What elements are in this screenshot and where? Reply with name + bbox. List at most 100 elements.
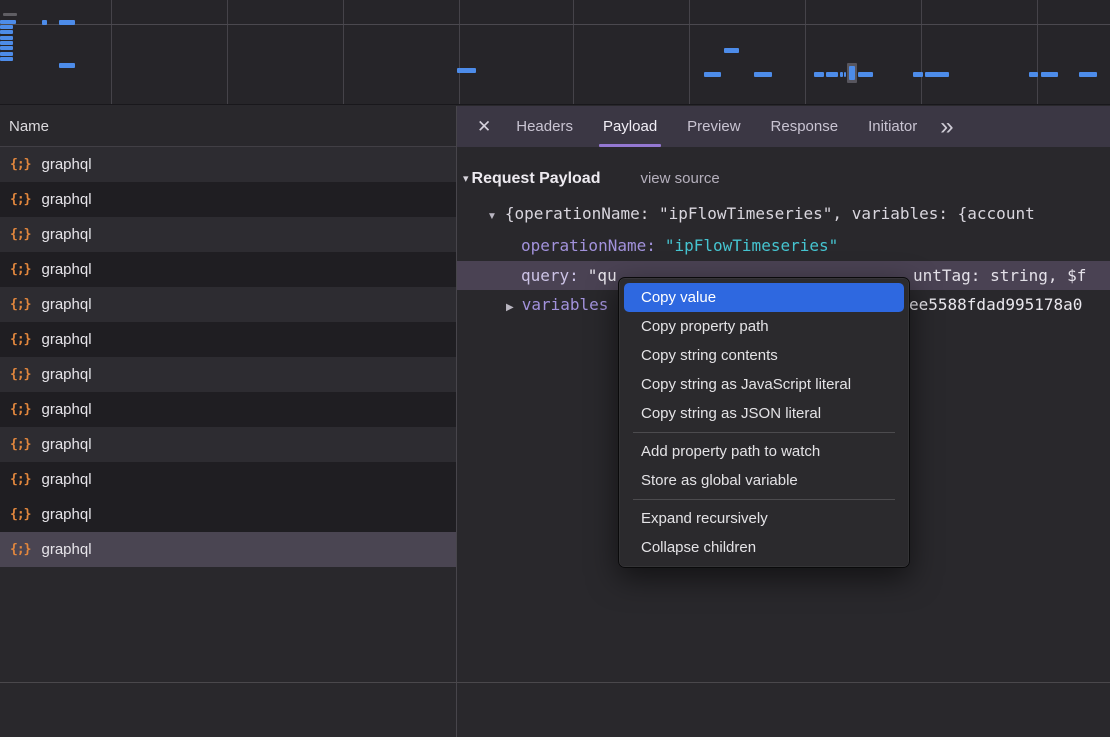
- request-name: graphql: [41, 156, 91, 173]
- close-icon[interactable]: ✕: [477, 117, 491, 137]
- json-braces-icon: {;}: [10, 332, 30, 347]
- request-list: {;} graphql {;} graphql {;} graphql {;} graphql…: [0, 147, 456, 567]
- expanded-triangle-icon[interactable]: ▼: [487, 206, 497, 228]
- timeline-gridline: [459, 0, 460, 104]
- request-timing-bar: [3, 13, 17, 16]
- request-row[interactable]: {;}graphql: [0, 532, 456, 567]
- menu-item-copy-string-contents[interactable]: Copy string contents: [624, 341, 904, 370]
- tab-response[interactable]: Response: [756, 106, 854, 147]
- timeline-baseline: [0, 24, 1110, 25]
- request-timing-bar: [0, 36, 13, 40]
- request-timing-bar: [0, 52, 13, 56]
- request-timing-bar: [826, 72, 838, 77]
- request-name: graphql: [41, 296, 91, 313]
- request-timing-bar: [704, 72, 721, 77]
- request-row[interactable]: {;} graphql: [0, 147, 456, 182]
- tab-payload[interactable]: Payload: [588, 106, 672, 147]
- payload-root-preview-row[interactable]: ▼ {operationName: "ipFlowTimeseries", var…: [457, 203, 1110, 225]
- request-name: graphql: [41, 226, 91, 243]
- request-name: graphql: [41, 471, 91, 488]
- request-timing-bar: [858, 72, 873, 77]
- tab-initiator[interactable]: Initiator: [853, 106, 932, 147]
- menu-item-collapse-children[interactable]: Collapse children: [624, 533, 904, 562]
- request-name: graphql: [41, 436, 91, 453]
- collapsed-triangle-icon[interactable]: ▶: [506, 297, 514, 319]
- request-name: graphql: [41, 331, 91, 348]
- request-timing-bar: [0, 46, 13, 50]
- object-preview-text: {operationName: "ipFlowTimeseries", vari…: [505, 204, 1035, 223]
- request-name: graphql: [41, 191, 91, 208]
- json-string-value-left: "qu: [588, 266, 617, 285]
- timeline-gridline: [343, 0, 344, 104]
- json-key: query:: [521, 266, 579, 285]
- menu-separator: [633, 499, 895, 500]
- request-row[interactable]: {;} graphql: [0, 217, 456, 252]
- json-key: variables: [522, 295, 609, 314]
- menu-item-store-as-global-variable[interactable]: Store as global variable: [624, 466, 904, 495]
- tab-headers[interactable]: Headers: [501, 106, 588, 147]
- section-expand-triangle-icon[interactable]: ▾: [463, 166, 469, 192]
- request-timing-bar: [1041, 72, 1058, 77]
- more-tabs-chevron-icon[interactable]: »: [940, 115, 950, 139]
- request-row[interactable]: {;} graphql: [0, 357, 456, 392]
- view-source-link[interactable]: view source: [640, 166, 719, 192]
- request-timing-bar: [59, 20, 75, 25]
- json-braces-icon: {;}: [10, 472, 30, 487]
- json-braces-icon: {;}: [10, 157, 30, 172]
- request-timing-bar: [0, 30, 13, 34]
- detail-tab-bar: ✕ HeadersPayloadPreviewResponseInitiator »: [457, 106, 1110, 147]
- request-row[interactable]: {;}graphql: [0, 497, 456, 532]
- request-row[interactable]: {;} graphql: [0, 322, 456, 357]
- json-braces-icon: {;}: [10, 402, 30, 417]
- json-braces-icon: {;}: [10, 297, 30, 312]
- request-row[interactable]: {;} graphql: [0, 427, 456, 462]
- json-key: operationName:: [521, 236, 656, 255]
- payload-row-operationName[interactable]: operationName: "ipFlowTimeseries": [457, 235, 1110, 257]
- timeline-gridline: [805, 0, 806, 104]
- request-row[interactable]: {;} graphql: [0, 287, 456, 322]
- request-row[interactable]: {;} graphql: [0, 182, 456, 217]
- request-timing-bar: [754, 72, 772, 77]
- json-braces-icon: {;}: [10, 367, 30, 382]
- name-column-header[interactable]: Name: [0, 106, 456, 147]
- json-string-value-right: untTag: string, $f: [913, 261, 1086, 290]
- json-braces-icon: {;}: [10, 192, 30, 207]
- context-menu: Copy valueCopy property pathCopy string …: [618, 277, 910, 568]
- menu-item-copy-value[interactable]: Copy value: [624, 283, 904, 312]
- request-timing-bar: [59, 63, 75, 68]
- request-name: graphql: [41, 366, 91, 383]
- request-payload-section[interactable]: ▾ Request Payload view source: [457, 166, 1110, 192]
- request-timing-bar: [0, 20, 16, 24]
- menu-item-add-property-path-to-watch[interactable]: Add property path to watch: [624, 437, 904, 466]
- request-timing-bar: [913, 72, 923, 77]
- devtools-window: Name {;}graphql{;}graphql{;}graphql{;}gr…: [0, 0, 1110, 740]
- request-timing-bar: [925, 72, 949, 77]
- timeline-gridline: [921, 0, 922, 104]
- menu-item-copy-property-path[interactable]: Copy property path: [624, 312, 904, 341]
- request-name: graphql: [41, 261, 91, 278]
- tab-preview[interactable]: Preview: [672, 106, 755, 147]
- json-braces-icon: {;}: [10, 437, 30, 452]
- menu-item-copy-string-as-json-literal[interactable]: Copy string as JSON literal: [624, 399, 904, 428]
- request-row[interactable]: {;}graphql: [0, 252, 456, 287]
- section-title: Request Payload: [472, 166, 601, 192]
- request-name: graphql: [41, 401, 91, 418]
- menu-item-copy-string-as-javascript-literal[interactable]: Copy string as JavaScript literal: [624, 370, 904, 399]
- timeline-gridline: [1037, 0, 1038, 104]
- timeline-gridline: [689, 0, 690, 104]
- request-timing-bar: [0, 57, 13, 61]
- request-row[interactable]: {;} graphql: [0, 392, 456, 427]
- menu-item-expand-recursively[interactable]: Expand recursively: [624, 504, 904, 533]
- request-timing-bar: [849, 66, 855, 80]
- network-overview-timeline[interactable]: [0, 0, 1110, 105]
- request-name: graphql: [41, 541, 91, 558]
- request-row[interactable]: {;} graphql: [0, 462, 456, 497]
- timeline-gridline: [227, 0, 228, 104]
- json-string-value: "ipFlowTimeseries": [665, 236, 838, 255]
- request-timing-bar: [814, 72, 824, 77]
- json-braces-icon: {;}: [10, 227, 30, 242]
- requests-panel: Name {;}graphql{;}graphql{;}graphql{;}gr…: [0, 106, 456, 737]
- name-column-label: Name: [9, 118, 49, 135]
- request-timing-bar: [840, 72, 843, 77]
- timeline-gridline: [573, 0, 574, 104]
